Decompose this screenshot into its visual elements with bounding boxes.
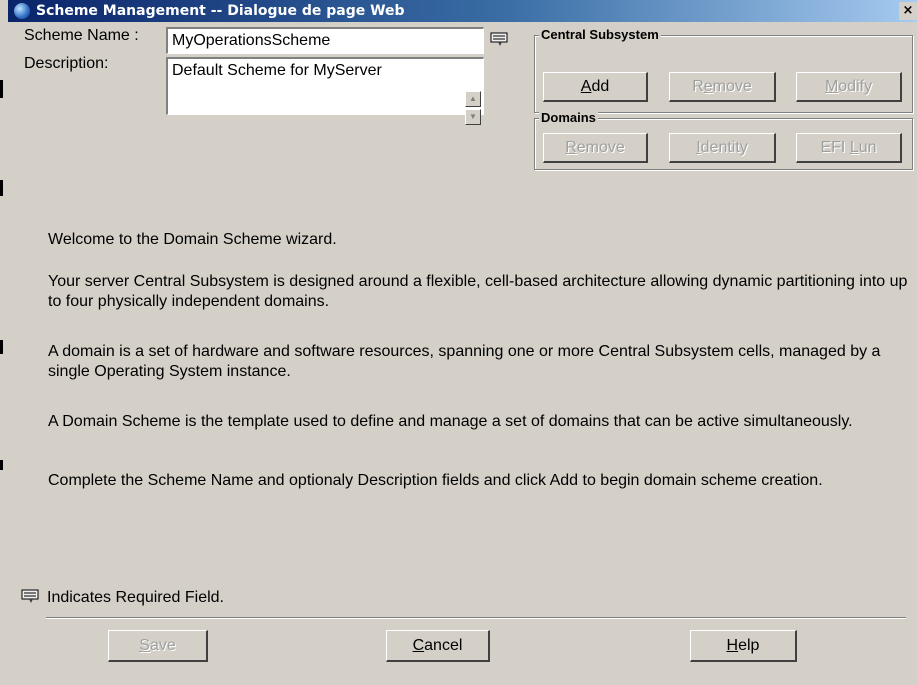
description-textarea[interactable]: Default Scheme for MyServer [166, 57, 484, 115]
modify-button[interactable]: Modify [796, 72, 902, 102]
intro-paragraph-3: A domain is a set of hardware and softwa… [48, 343, 881, 380]
identity-button[interactable]: Identity [669, 133, 776, 163]
central-subsystem-legend: Central Subsystem [539, 27, 661, 42]
footer-divider [46, 617, 906, 619]
description-label: Description: [24, 55, 109, 72]
close-button[interactable]: × [899, 2, 917, 20]
save-button[interactable]: Save [108, 630, 208, 662]
required-field-icon [490, 32, 508, 46]
intro-paragraph-2: Your server Central Subsystem is designe… [48, 273, 908, 310]
internet-explorer-icon [14, 3, 30, 19]
required-field-note: Indicates Required Field. [47, 589, 224, 606]
scroll-down-button[interactable]: ▼ [465, 109, 481, 125]
remove-domain-button[interactable]: Remove [543, 133, 648, 163]
remove-subsystem-button[interactable]: Re move [669, 72, 776, 102]
scroll-up-button[interactable]: ▲ [465, 91, 481, 107]
cancel-button[interactable]: Cancel [386, 630, 490, 662]
scheme-name-input[interactable]: MyOperationsScheme [166, 27, 484, 54]
background-window-edge [0, 0, 8, 685]
add-button[interactable]: Add [543, 72, 648, 102]
required-field-icon [21, 589, 39, 603]
domains-legend: Domains [539, 110, 598, 125]
help-button[interactable]: Help [690, 630, 797, 662]
intro-paragraph-1: Welcome to the Domain Scheme wizard. [48, 231, 337, 248]
intro-paragraph-4: A Domain Scheme is the template used to … [48, 413, 853, 430]
description-text: Default Scheme for MyServer [172, 62, 382, 79]
scheme-name-label: Scheme Name : [24, 27, 139, 44]
window-title: Scheme Management -- Dialogue de page We… [36, 3, 405, 19]
efi-lun-button[interactable]: EFI Lun [796, 133, 902, 163]
intro-paragraph-5: Complete the Scheme Name and optionaly D… [48, 472, 823, 489]
title-bar[interactable]: Scheme Management -- Dialogue de page We… [8, 0, 917, 22]
